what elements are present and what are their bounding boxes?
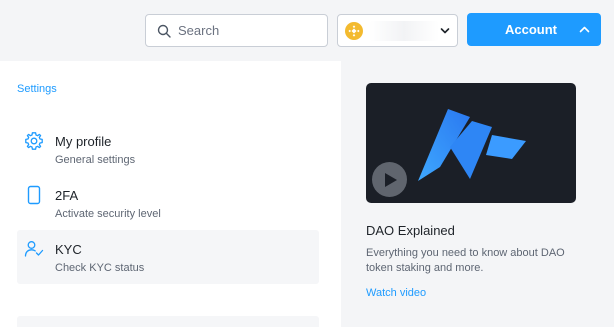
network-value	[369, 20, 439, 41]
menu-item-kyc[interactable]: KYC Check KYC status	[17, 230, 319, 284]
play-button[interactable]	[372, 162, 407, 197]
menu-item-subtitle: Check KYC status	[55, 262, 145, 274]
gear-icon	[25, 132, 43, 150]
promo-panel: DAO Explained Everything you need to kno…	[341, 61, 614, 327]
menu-item-subtitle: General settings	[55, 154, 136, 166]
menu-item-title: 2FA	[55, 188, 79, 203]
chevron-down-icon	[440, 28, 450, 34]
menu-item-partial[interactable]	[17, 316, 319, 327]
network-selector[interactable]	[337, 14, 458, 47]
top-bar: Account	[0, 0, 614, 61]
search-icon	[157, 24, 171, 38]
chevron-up-icon	[579, 26, 590, 33]
dao-logo-icon	[418, 109, 526, 181]
menu-item-subtitle: Activate security level	[55, 208, 161, 220]
menu-item-title: My profile	[55, 134, 112, 149]
user-check-icon	[24, 241, 44, 257]
menu-item-my-profile[interactable]: My profile General settings	[17, 122, 319, 176]
promo-title: DAO Explained	[366, 223, 455, 238]
play-icon	[385, 172, 397, 187]
account-button[interactable]: Account	[467, 13, 601, 46]
settings-breadcrumb[interactable]: Settings	[17, 83, 57, 95]
search-box[interactable]	[145, 14, 328, 47]
watch-video-link[interactable]: Watch video	[366, 287, 426, 299]
menu-item-2fa[interactable]: 2FA Activate security level	[17, 176, 319, 230]
promo-description: Everything you need to know about DAO to…	[366, 247, 565, 274]
search-input[interactable]	[178, 23, 318, 38]
bnb-icon	[345, 21, 363, 40]
video-thumbnail[interactable]	[366, 83, 576, 203]
phone-icon	[27, 185, 41, 205]
settings-panel: Settings My profile General settings 2FA…	[0, 61, 341, 327]
account-button-label: Account	[505, 22, 557, 37]
menu-item-title: KYC	[55, 242, 82, 257]
